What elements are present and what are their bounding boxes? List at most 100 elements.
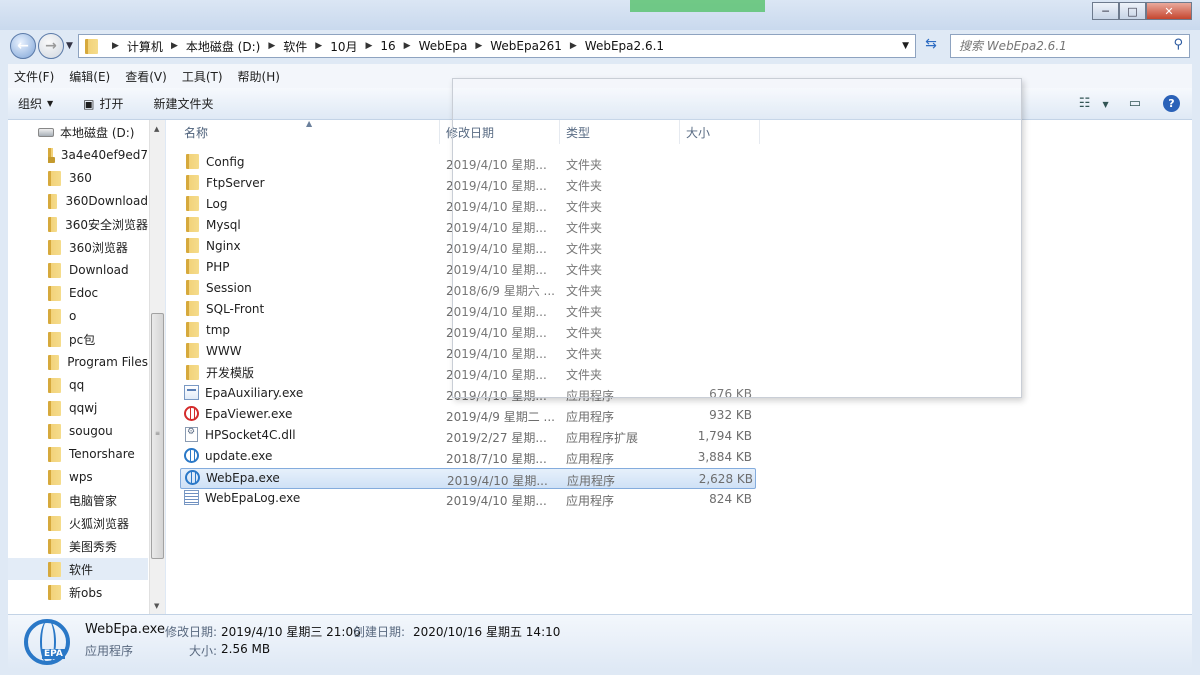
file-name-cell: Mysql (184, 217, 434, 232)
breadcrumb-item[interactable]: WebEpa ▶ (419, 39, 491, 53)
chevron-right-icon[interactable]: ▶ (404, 41, 411, 51)
column-date[interactable]: 修改日期 (440, 120, 560, 144)
chevron-right-icon[interactable]: ▶ (570, 41, 577, 51)
scroll-thumb[interactable]: ≡ (151, 313, 164, 559)
file-row[interactable]: PHP 2019/4/10 星期... 文件夹 (180, 258, 756, 279)
view-options-icon[interactable]: ☷ ▼ (1079, 96, 1109, 111)
nav-item[interactable]: Edoc (8, 282, 148, 304)
file-row[interactable]: EpaAuxiliary.exe 2019/4/10 星期... 应用程序 676 K… (180, 384, 756, 405)
nav-item[interactable]: Tenorshare (8, 443, 148, 465)
nav-item-label: Tenorshare (69, 447, 135, 461)
file-name: FtpServer (206, 175, 265, 190)
breadcrumb-item[interactable]: 本地磁盘 (D:) ▶ (186, 38, 283, 55)
breadcrumb-item[interactable]: 10月 ▶ (330, 38, 380, 55)
forward-button[interactable]: → (38, 33, 64, 59)
file-name: EpaAuxiliary.exe (205, 385, 304, 400)
nav-item[interactable]: 本地磁盘 (D:) (8, 121, 148, 143)
nav-item[interactable]: 360安全浏览器 (8, 213, 148, 235)
nav-scrollbar[interactable]: ▲ ≡ ▼ (149, 120, 165, 614)
nav-item[interactable]: 360浏览器 (8, 236, 148, 258)
file-row[interactable]: Mysql 2019/4/10 星期... 文件夹 (180, 216, 756, 237)
nav-item-label: 软件 (69, 562, 94, 577)
nav-item-label: 火狐浏览器 (69, 516, 130, 531)
menu-item[interactable]: 编辑(E) (69, 68, 110, 85)
file-row[interactable]: Nginx 2019/4/10 星期... 文件夹 (180, 237, 756, 258)
scroll-down-icon[interactable]: ▼ (154, 602, 159, 610)
breadcrumb-item[interactable]: 16 ▶ (380, 39, 418, 53)
nav-item[interactable]: Download (8, 259, 148, 281)
breadcrumb-item[interactable]: WebEpa2.6.1 (585, 39, 664, 53)
recent-pages-dropdown[interactable]: ▼ (66, 41, 73, 51)
nav-item[interactable]: o (8, 305, 148, 327)
file-row[interactable]: WebEpaLog.exe 2019/4/10 星期... 应用程序 824 KB (180, 489, 756, 510)
folder-icon (48, 239, 61, 255)
chevron-right-icon[interactable]: ▶ (475, 41, 482, 51)
column-size[interactable]: 大小 (680, 120, 760, 144)
nav-item[interactable]: 360 (8, 167, 148, 189)
file-row[interactable]: update.exe 2018/7/10 星期... 应用程序 3,884 KB (180, 447, 756, 468)
file-name-cell: WWW (184, 343, 434, 358)
column-name[interactable]: 名称 ▲ (166, 119, 440, 144)
file-name-cell: WebEpaLog.exe (184, 490, 434, 505)
nav-item[interactable]: 软件 (8, 558, 148, 580)
file-row[interactable]: WebEpa.exe 2019/4/10 星期... 应用程序 2,628 KB (180, 468, 756, 489)
scroll-up-icon[interactable]: ▲ (154, 125, 159, 133)
file-type: 文件夹 (566, 284, 603, 298)
nav-item[interactable]: 火狐浏览器 (8, 512, 148, 534)
nav-item[interactable]: sougou (8, 420, 148, 442)
file-row[interactable]: Config 2019/4/10 星期... 文件夹 (180, 153, 756, 174)
menu-item[interactable]: 工具(T) (182, 68, 223, 85)
organize-button[interactable]: 组织 ▼ (18, 95, 53, 112)
search-icon[interactable]: ⚲ (1173, 37, 1183, 52)
minimize-button[interactable]: ─ (1092, 2, 1119, 20)
file-row[interactable]: Session 2018/6/9 星期六 ... 文件夹 (180, 279, 756, 300)
address-dropdown[interactable]: ▼ (902, 41, 909, 51)
search-box[interactable]: ⚲ (950, 34, 1190, 58)
help-icon[interactable]: ? (1163, 95, 1180, 112)
chevron-right-icon[interactable]: ▶ (171, 41, 178, 51)
nav-item[interactable]: 美图秀秀 (8, 535, 148, 557)
nav-item[interactable]: 电脑管家 (8, 489, 148, 511)
refresh-button[interactable]: ⇆ (920, 36, 942, 56)
file-row[interactable]: tmp 2019/4/10 星期... 文件夹 (180, 321, 756, 342)
chevron-right-icon[interactable]: ▶ (365, 41, 372, 51)
nav-item[interactable]: pc包 (8, 328, 148, 350)
breadcrumb-label: 16 (380, 39, 396, 53)
file-row[interactable]: WWW 2019/4/10 星期... 文件夹 (180, 342, 756, 363)
nav-item[interactable]: wps (8, 466, 148, 488)
file-row[interactable]: FtpServer 2019/4/10 星期... 文件夹 (180, 174, 756, 195)
new-folder-button[interactable]: 新建文件夹 (154, 95, 214, 112)
file-row[interactable]: HPSocket4C.dll 2019/2/27 星期... 应用程序扩展 1,794… (180, 426, 756, 447)
chevron-right-icon[interactable]: ▶ (268, 41, 275, 51)
close-button[interactable]: ✕ (1146, 2, 1192, 20)
preview-pane-icon[interactable]: ▭ (1129, 96, 1141, 111)
breadcrumb-item[interactable]: WebEpa261 ▶ (490, 39, 585, 53)
file-row[interactable]: SQL-Front 2019/4/10 星期... 文件夹 (180, 300, 756, 321)
menu-item[interactable]: 帮助(H) (238, 68, 280, 85)
nav-item[interactable]: Program Files (8, 351, 148, 373)
crumb-separator[interactable]: ▶ (104, 41, 127, 51)
nav-item[interactable]: 新obs (8, 581, 148, 603)
file-row[interactable]: EpaViewer.exe 2019/4/9 星期二 ... 应用程序 932 KB (180, 405, 756, 426)
column-type[interactable]: 类型 (560, 120, 680, 144)
nav-item[interactable]: 3a4e40ef9ed7 (8, 144, 148, 166)
back-button[interactable]: ← (10, 33, 36, 59)
file-type: 文件夹 (566, 368, 603, 382)
file-row[interactable]: Log 2019/4/10 星期... 文件夹 (180, 195, 756, 216)
maximize-button[interactable]: □ (1119, 2, 1146, 20)
file-row[interactable]: 开发模版 2019/4/10 星期... 文件夹 (180, 363, 756, 384)
drive-icon (38, 127, 54, 137)
open-button[interactable]: ▣ 打开 (83, 95, 123, 112)
menu-item[interactable]: 查看(V) (125, 68, 167, 85)
breadcrumb-item[interactable]: 计算机 ▶ (127, 38, 186, 55)
nav-item[interactable]: 360Download (8, 190, 148, 212)
address-bar[interactable]: ▶ 计算机 ▶ 本地磁盘 (D:) ▶ 软件 ▶ 10月 ▶ 16 ▶ WebEpa ▶ WebEpa2… (78, 34, 916, 58)
nav-item[interactable]: qqwj (8, 397, 148, 419)
breadcrumb-item[interactable]: 软件 ▶ (283, 38, 330, 55)
search-input[interactable] (959, 39, 1159, 53)
file-type: 文件夹 (566, 347, 603, 361)
nav-item[interactable]: qq (8, 374, 148, 396)
file-name: SQL-Front (206, 301, 265, 316)
menu-item[interactable]: 文件(F) (14, 68, 54, 85)
chevron-right-icon[interactable]: ▶ (315, 41, 322, 51)
